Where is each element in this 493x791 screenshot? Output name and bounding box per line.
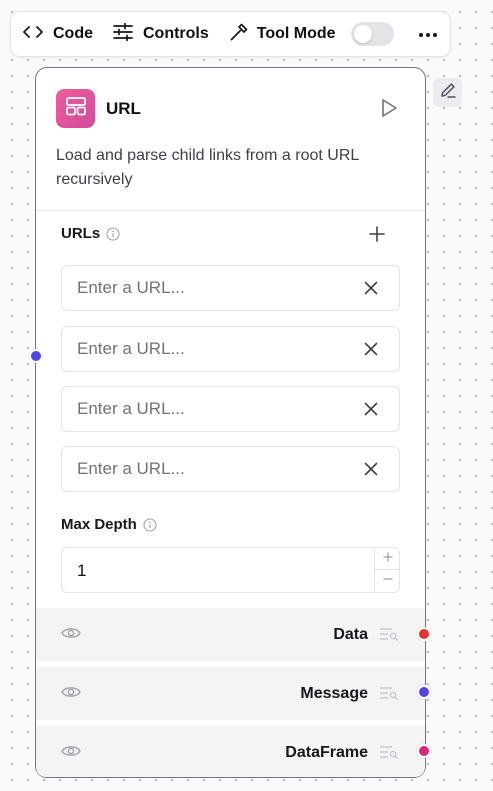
output-handle-data[interactable] <box>417 627 431 641</box>
clear-url-button[interactable] <box>363 280 379 301</box>
code-label: Code <box>53 25 93 42</box>
url-input[interactable] <box>62 387 352 431</box>
output-handle-dataframe[interactable] <box>417 744 431 758</box>
info-icon[interactable] <box>106 226 120 241</box>
inspect-output-icon[interactable] <box>379 686 399 705</box>
run-component-button[interactable] <box>380 98 398 123</box>
node-description: Load and parse child links from a root U… <box>56 147 359 188</box>
url-input-row <box>61 446 400 492</box>
max-depth-input[interactable]: 1 <box>61 547 400 593</box>
play-icon <box>380 99 398 122</box>
layout-icon <box>65 95 87 122</box>
url-input-row <box>61 265 400 311</box>
eye-icon[interactable] <box>61 685 81 704</box>
node-title: URL <box>106 99 141 118</box>
url-component-node[interactable]: URL Load and parse child links from a ro… <box>35 67 426 778</box>
code-button[interactable]: Code <box>23 25 93 44</box>
node-toolbar: Code Controls Tool Mode <box>10 11 451 57</box>
pencil-icon <box>439 81 457 104</box>
url-input[interactable] <box>62 327 352 371</box>
plus-icon <box>368 226 386 247</box>
more-horizontal-icon <box>418 25 438 43</box>
url-input[interactable] <box>62 266 352 310</box>
increment-button[interactable] <box>375 548 400 570</box>
output-name: Data <box>333 626 368 643</box>
edit-note-button[interactable] <box>433 78 462 107</box>
url-input-row <box>61 386 400 432</box>
tool-mode-toggle[interactable] <box>350 22 394 46</box>
eye-icon[interactable] <box>61 626 81 645</box>
minus-icon <box>382 572 394 590</box>
url-input[interactable] <box>62 447 352 491</box>
max-depth-value: 1 <box>77 561 87 580</box>
more-options-button[interactable] <box>418 25 438 43</box>
add-url-button[interactable] <box>368 225 386 248</box>
clear-url-button[interactable] <box>363 401 379 422</box>
output-row-dataframe: DataFrame <box>36 726 425 777</box>
output-name: Message <box>300 685 368 702</box>
info-icon[interactable] <box>143 517 157 532</box>
url-input-row <box>61 326 400 372</box>
urls-field-label: URLs <box>61 225 120 242</box>
plus-icon <box>382 550 394 568</box>
max-depth-field-label: Max Depth <box>61 516 157 533</box>
controls-label: Controls <box>143 25 209 42</box>
controls-button[interactable]: Controls <box>113 22 209 46</box>
eye-icon[interactable] <box>61 744 81 763</box>
hammer-icon <box>229 22 249 47</box>
output-row-message: Message <box>36 667 425 720</box>
decrement-button[interactable] <box>375 570 400 592</box>
clear-url-button[interactable] <box>363 461 379 482</box>
header-divider <box>36 210 425 211</box>
toggle-knob <box>353 25 372 43</box>
input-handle-urls[interactable] <box>29 349 43 363</box>
tool-mode-button[interactable]: Tool Mode <box>229 22 336 47</box>
output-row-data: Data <box>36 608 425 661</box>
output-name: DataFrame <box>285 744 368 761</box>
code-icon <box>23 25 43 44</box>
max-depth-label: Max Depth <box>61 516 137 533</box>
urls-label: URLs <box>61 225 101 242</box>
inspect-output-icon[interactable] <box>379 627 399 646</box>
max-depth-stepper <box>374 548 400 592</box>
node-icon <box>56 89 95 128</box>
output-handle-message[interactable] <box>417 685 431 699</box>
tool-mode-label: Tool Mode <box>256 25 336 42</box>
inspect-output-icon[interactable] <box>379 745 399 764</box>
clear-url-button[interactable] <box>363 341 379 362</box>
sliders-icon <box>113 22 133 46</box>
